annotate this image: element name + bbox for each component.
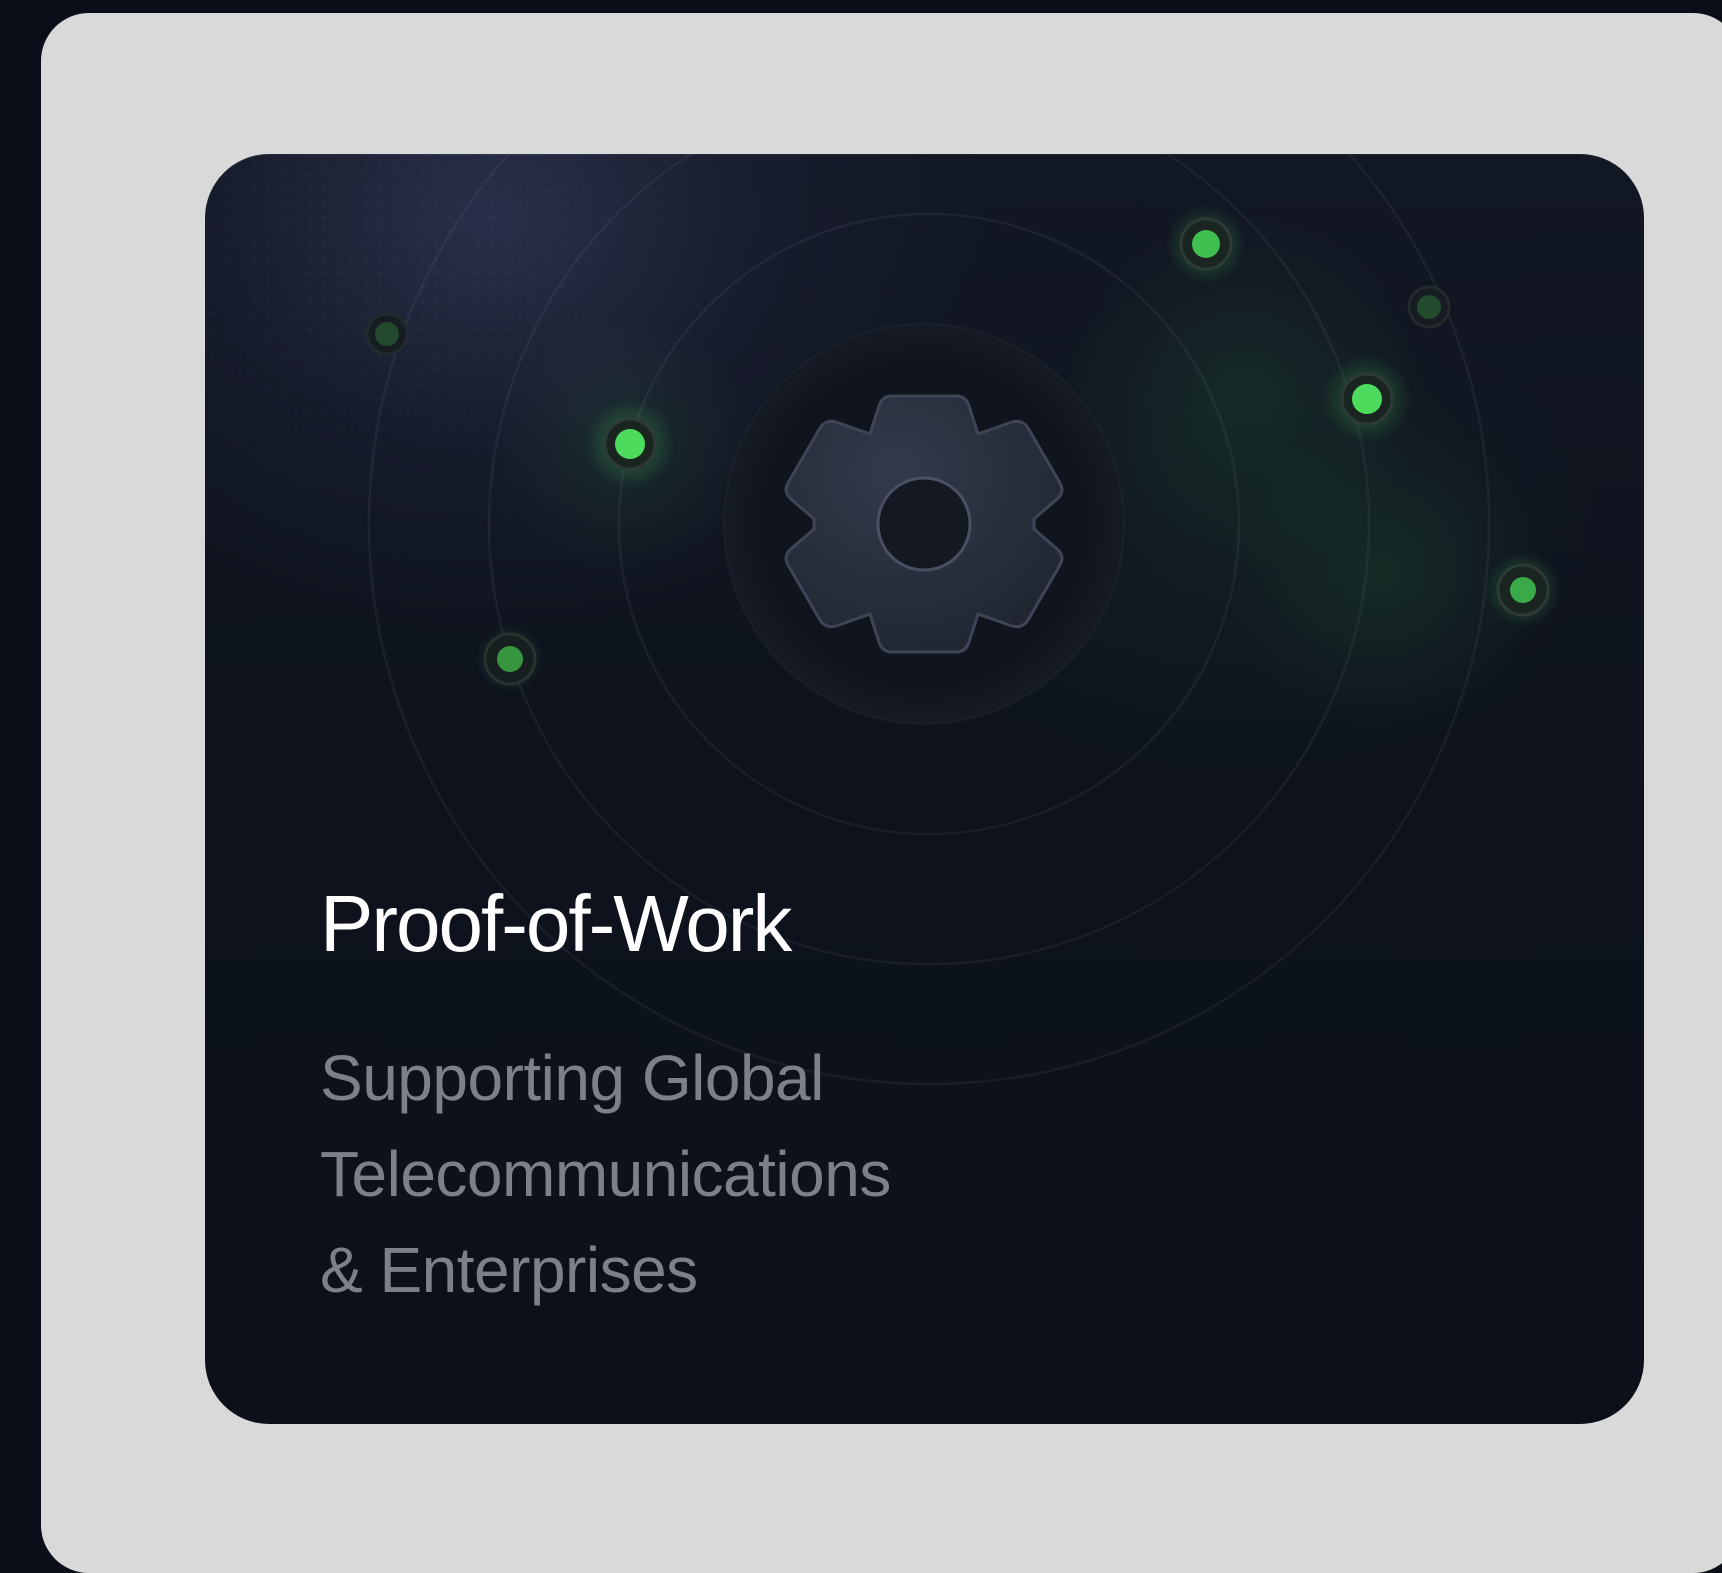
node-mid-2 (476, 625, 544, 693)
subtitle-line: Supporting Global (320, 1042, 824, 1114)
subtitle-line: Telecommunications (320, 1138, 891, 1210)
node-dim-1 (365, 312, 409, 356)
node-dim-2 (1407, 285, 1451, 329)
subtitle-line: & Enterprises (320, 1234, 698, 1306)
node-bright-2 (1166, 204, 1246, 284)
gear-icon (784, 394, 1064, 654)
card-subtitle: Supporting Global Telecommunications & E… (320, 1030, 891, 1318)
node-bright-3 (1322, 354, 1412, 444)
node-mid-1 (1485, 552, 1561, 628)
card-title: Proof-of-Work (320, 879, 792, 968)
outer-frame: Proof-of-Work Supporting Global Telecomm… (41, 13, 1722, 1573)
feature-card: Proof-of-Work Supporting Global Telecomm… (205, 154, 1644, 1424)
node-bright-1 (585, 399, 675, 489)
